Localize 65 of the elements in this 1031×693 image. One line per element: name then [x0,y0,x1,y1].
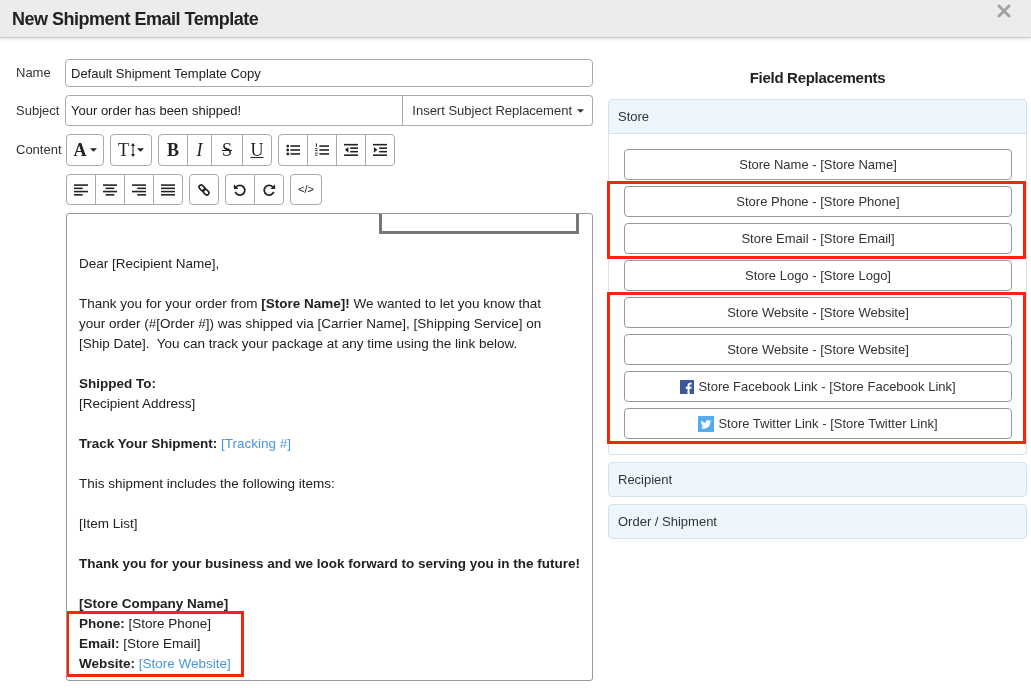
numbered-list-icon [315,143,329,157]
code-button[interactable]: </> [290,174,322,205]
email-paragraph: Track Your Shipment: [Tracking #] [79,435,293,453]
redo-icon [262,182,276,197]
email-paragraph: Thank you for your business and we look forward to serving you in the future! [79,555,582,573]
field-replacement-button[interactable]: Store Website - [Store Website] [624,334,1012,365]
bullet-list-icon [286,143,300,157]
signature-line: [Store Company Name] [79,595,230,613]
email-paragraph: This shipment includes the following items: [79,475,336,493]
subject-field[interactable]: Your order has been shipped! [65,95,404,126]
align-left-button[interactable] [66,174,96,205]
section-header[interactable]: Store [608,99,1027,134]
justify-button[interactable] [153,174,183,205]
underline-button[interactable]: U [242,134,272,166]
signature-line: Email: [Store Email] [79,635,202,653]
undo-icon [233,182,247,197]
font-size-button[interactable]: T [110,134,152,166]
field-label: Name [16,64,52,83]
insert-replacement-dropdown[interactable]: Insert Subject Replacement [403,95,593,126]
field-replacement-button[interactable]: Store Logo - [Store Logo] [624,260,1012,291]
field-replacement-button[interactable]: Store Website - [Store Website] [624,297,1012,328]
section-header[interactable]: Recipient [608,462,1027,497]
bold-button[interactable]: B [158,134,188,166]
field-replacement-button[interactable]: Store Name - [Store Name] [624,149,1012,180]
field-label: Subject [16,101,61,120]
window-title: New Shipment Email Template [12,7,259,30]
email-paragraph: Thank you for your order from [Store Name]! We wanted to let you know that your order (#[Order #]) was shipped via [Carrier Name], [Shipping Service] on [Ship Date]. You can track your package at any time using the link below. [79,295,543,353]
facebook-icon [680,379,695,394]
align-center-button[interactable] [95,174,125,205]
name-field[interactable]: Default Shipment Template Copy [65,59,593,87]
field-replacement-button[interactable]: Store Facebook Link - [Store Facebook Link] [624,371,1012,402]
justify-icon [161,182,175,197]
field-label: Content [16,141,60,160]
redo-button[interactable] [254,174,284,205]
outdent-button[interactable] [336,134,366,166]
email-paragraph: Shipped To: [Recipient Address] [79,375,197,413]
link-icon [197,182,211,197]
signature-line: Website: [Store Website] [79,655,231,673]
field-replacement-button[interactable]: Store Phone - [Store Phone] [624,186,1012,217]
align-left-icon [74,182,88,197]
section-header[interactable]: Order / Shipment [608,504,1027,539]
field-replacement-button[interactable]: Store Email - [Store Email] [624,223,1012,254]
signature-line: Phone: [Store Phone] [79,615,213,633]
email-paragraph: Dear [Recipient Name], [79,255,221,273]
indent-button[interactable] [365,134,395,166]
close-icon [997,4,1011,18]
align-right-button[interactable] [124,174,154,205]
twitter-icon [698,415,715,432]
align-right-icon [132,182,146,197]
bullet-list-button[interactable] [278,134,308,166]
font-color-button[interactable]: A [66,134,104,166]
undo-button[interactable] [225,174,255,205]
italic-button[interactable]: I [187,134,212,166]
email-paragraph: [Item List] [79,515,139,533]
indent-icon [373,143,387,157]
panel-title: Field Replacements [748,68,887,88]
numbered-list-button[interactable] [307,134,337,166]
caret-icon [137,148,144,152]
align-center-icon [103,182,117,197]
link-button[interactable] [189,174,219,205]
field-replacement-button[interactable]: Store Twitter Link - [Store Twitter Link] [624,408,1012,439]
outdent-icon [344,143,358,157]
caret-icon [89,148,97,152]
strikethrough-button[interactable]: S [211,134,243,166]
caret-icon [577,108,584,113]
